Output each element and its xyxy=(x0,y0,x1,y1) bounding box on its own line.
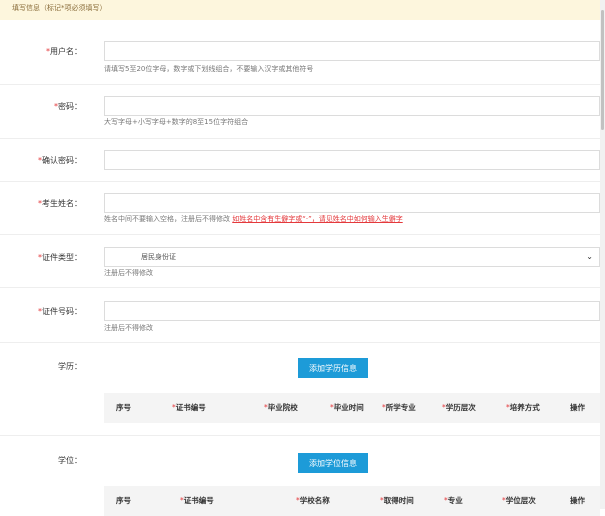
candidate-name-row: *考生姓名： 姓名中间不要输入空格，注册后不得修改 如姓名中含有生僻字或“·”，… xyxy=(0,182,600,235)
degree-col-obtain-time: *取得时间 xyxy=(380,496,414,505)
id-number-label: *证件号码： xyxy=(38,306,82,317)
username-label-text: 用户名： xyxy=(50,47,82,56)
candidate-name-label-text: 考生姓名： xyxy=(42,199,82,208)
id-number-input[interactable] xyxy=(104,301,600,321)
username-input[interactable] xyxy=(104,41,600,61)
username-row: *用户名： 请填写5至20位字母，数字或下划线组合，不要输入汉字或其他符号 xyxy=(0,22,600,85)
id-type-select[interactable]: 居民身份证 ⌄ xyxy=(104,247,600,267)
id-type-label: *证件类型： xyxy=(38,252,82,263)
degree-col-index: 序号 xyxy=(116,496,131,505)
candidate-name-input[interactable] xyxy=(104,193,600,213)
education-col-certificate: *证书编号 xyxy=(172,403,206,412)
password-hint: 大写字母+小写字母+数字的8至15位字符组合 xyxy=(104,118,249,126)
chevron-down-icon: ⌄ xyxy=(586,252,593,261)
id-number-hint: 注册后不得修改 xyxy=(104,324,153,332)
education-col-major: *所学专业 xyxy=(382,403,416,412)
degree-section: 学位： 添加学位信息 序号 *证书编号 *学校名称 *取得时间 *专业 *学位层… xyxy=(0,436,600,516)
id-number-row: *证件号码： 注册后不得修改 xyxy=(0,288,600,343)
education-col-school: *毕业院校 xyxy=(264,403,298,412)
education-col-level: *学历层次 xyxy=(442,403,476,412)
degree-col-level: *学位层次 xyxy=(502,496,536,505)
rare-character-help-link[interactable]: 如姓名中含有生僻字或“·”，请见姓名中如何输入生僻字 xyxy=(232,215,402,223)
degree-col-certificate: *证书编号 xyxy=(180,496,214,505)
username-hint: 请填写5至20位字母，数字或下划线组合，不要输入汉字或其他符号 xyxy=(104,65,314,73)
degree-col-action: 操作 xyxy=(570,496,585,505)
id-type-row: *证件类型： 居民身份证 ⌄ 注册后不得修改 xyxy=(0,235,600,288)
degree-label: 学位： xyxy=(58,456,82,465)
add-degree-button[interactable]: 添加学位信息 xyxy=(298,453,368,473)
confirm-password-input[interactable] xyxy=(104,150,600,170)
education-label: 学历： xyxy=(58,362,82,371)
candidate-name-hint-text: 姓名中间不要输入空格，注册后不得修改 xyxy=(104,215,230,223)
id-type-value: 居民身份证 xyxy=(141,253,176,261)
scrollbar-thumb[interactable] xyxy=(601,10,604,130)
education-table-header: 序号 *证书编号 *毕业院校 *毕业时间 *所学专业 *学历层次 *培养方式 操… xyxy=(104,393,600,423)
password-input[interactable] xyxy=(104,96,600,116)
id-type-label-text: 证件类型： xyxy=(42,253,82,262)
confirm-password-row: *确认密码： xyxy=(0,139,600,182)
degree-col-major: *专业 xyxy=(444,496,463,505)
password-label-text: 密码： xyxy=(58,102,82,111)
required-fields-notice: 填写信息（标记*项必须填写） xyxy=(0,0,600,20)
candidate-name-label: *考生姓名： xyxy=(38,198,82,209)
password-row: *密码： 大写字母+小写字母+数字的8至15位字符组合 xyxy=(0,85,600,139)
degree-table-header: 序号 *证书编号 *学校名称 *取得时间 *专业 *学位层次 操作 xyxy=(104,486,600,516)
password-label: *密码： xyxy=(54,101,82,112)
id-type-hint: 注册后不得修改 xyxy=(104,269,153,277)
confirm-password-label-text: 确认密码： xyxy=(42,156,82,165)
degree-col-school: *学校名称 xyxy=(296,496,330,505)
education-col-mode: *培养方式 xyxy=(506,403,540,412)
id-number-label-text: 证件号码： xyxy=(42,307,82,316)
confirm-password-label: *确认密码： xyxy=(38,155,82,166)
add-education-button[interactable]: 添加学历信息 xyxy=(298,358,368,378)
education-col-action: 操作 xyxy=(570,403,585,412)
education-col-index: 序号 xyxy=(116,403,131,412)
username-label: *用户名： xyxy=(46,46,82,57)
education-section: 学历： 添加学历信息 序号 *证书编号 *毕业院校 *毕业时间 *所学专业 *学… xyxy=(0,343,600,436)
education-col-grad-time: *毕业时间 xyxy=(330,403,364,412)
candidate-name-hint: 姓名中间不要输入空格，注册后不得修改 如姓名中含有生僻字或“·”，请见姓名中如何… xyxy=(104,214,403,224)
